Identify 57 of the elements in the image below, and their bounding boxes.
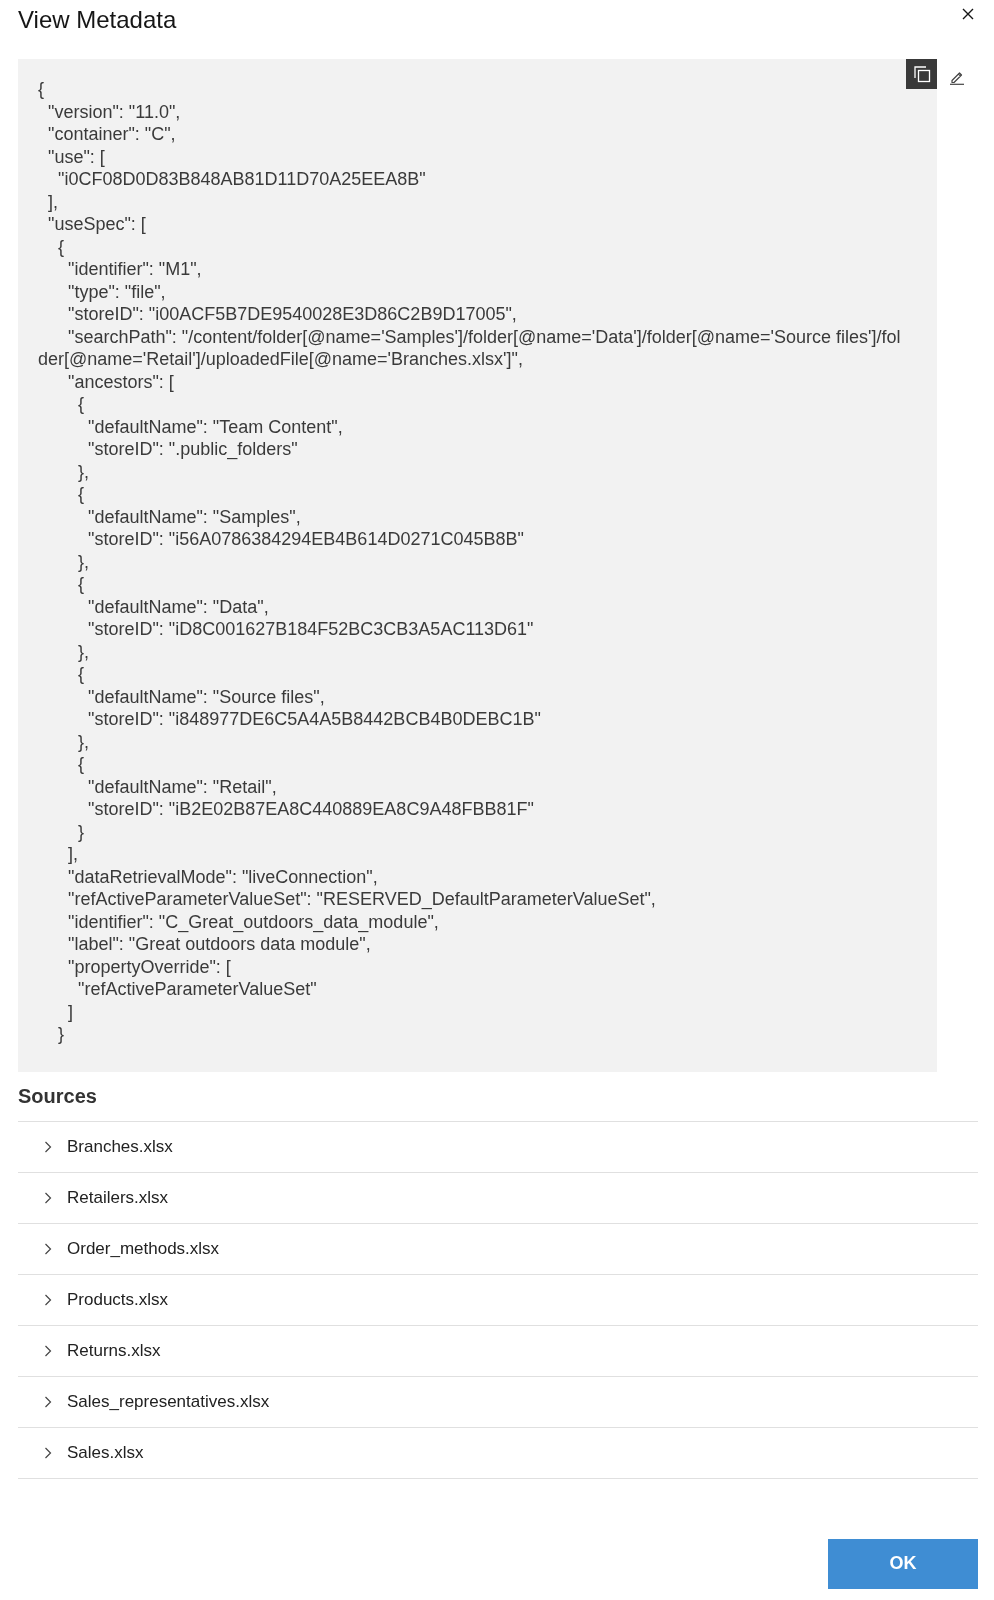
code-line: "identifier": "M1", — [67, 258, 203, 281]
pencil-icon — [949, 69, 965, 85]
code-line: "storeID": "iB2E02B87EA8C440889EA8C9A48FBB81F" — [87, 798, 535, 821]
code-line: }, — [77, 550, 91, 573]
code-line: "container": "C", — [47, 123, 177, 146]
code-line: "storeID": "i848977DE6C5A4A5B8442BCB4B0DEBC1B" — [87, 708, 542, 731]
code-line: ] — [67, 1000, 75, 1023]
copy-icon — [912, 65, 931, 83]
close-button[interactable] — [960, 6, 976, 22]
code-line: }, — [77, 730, 91, 753]
code-line: "propertyOverride": [ — [67, 955, 232, 978]
code-line: "storeID": "i56A0786384294EB4B614D0271C045B8B" — [87, 528, 525, 551]
code-line: "storeID": "iD8C001627B184F52BC3CB3A5AC113D61" — [87, 618, 535, 641]
code-line: { — [57, 235, 66, 258]
dialog-title: View Metadata — [18, 5, 177, 35]
copy-button[interactable] — [906, 59, 937, 89]
code-line: "defaultName": "Source files", — [87, 685, 326, 708]
ok-button[interactable]: OK — [828, 1538, 978, 1589]
code-line: "defaultName": "Samples", — [87, 505, 302, 528]
code-line: "type": "file", — [67, 280, 167, 303]
code-line: "useSpec": [ — [47, 213, 147, 236]
code-line: "defaultName": "Retail", — [87, 775, 278, 798]
code-line: "label": "Great outdoors data module", — [67, 933, 372, 956]
source-item[interactable]: Branches.xlsx — [18, 1121, 978, 1172]
code-line: { — [77, 663, 86, 686]
code-line: "use": [ — [47, 145, 106, 168]
code-line: { — [77, 573, 86, 596]
code-line: { — [77, 753, 86, 776]
code-line: }, — [77, 640, 91, 663]
code-line: { — [77, 483, 86, 506]
close-icon — [962, 8, 974, 20]
source-item[interactable]: Returns.xlsx — [18, 1325, 978, 1376]
code-line: "ancestors": [ — [67, 370, 175, 393]
source-item[interactable]: Sales.xlsx — [18, 1427, 978, 1478]
code-line: ], — [67, 843, 80, 866]
code-line: "searchPath": "/content/folder[@name='Samples']/folder[@name='Data']/folder[@name='Source files']/folder[@name='Retail']/uploadedFile[@name='Branches.xlsx']", — [38, 325, 902, 371]
code-line: "defaultName": "Team Content", — [87, 415, 344, 438]
code-line: } — [77, 820, 86, 843]
sources-heading: Sources — [18, 1084, 97, 1109]
code-line: "defaultName": "Data", — [87, 595, 270, 618]
source-item[interactable]: Sales_representatives.xlsx — [18, 1376, 978, 1427]
code-line: ], — [47, 190, 60, 213]
code-line: "storeID": ".public_folders" — [87, 438, 299, 461]
code-line: "refActiveParameterValueSet" — [77, 978, 318, 1001]
code-line: } — [57, 1023, 66, 1046]
code-line: "i0CF08D0D83B848AB81D11D70A25EEA8B" — [57, 168, 427, 191]
code-line: { — [38, 78, 45, 101]
source-item[interactable]: Products.xlsx — [18, 1274, 978, 1325]
source-item[interactable]: Retailers.xlsx — [18, 1172, 978, 1223]
code-line: "dataRetrievalMode": "liveConnection", — [67, 865, 379, 888]
code-line: "version": "11.0", — [47, 100, 182, 123]
code-line: "identifier": "C_Great_outdoors_data_module", — [67, 910, 440, 933]
code-line: "refActiveParameterValueSet": "RESERVED_DefaultParameterValueSet", — [67, 888, 657, 911]
code-line: }, — [77, 460, 91, 483]
code-line: "storeID": "i00ACF5B7DE9540028E3D86C2B9D17005", — [67, 303, 518, 326]
code-line: { — [77, 393, 86, 416]
source-item[interactable]: Order_methods.xlsx — [18, 1223, 978, 1274]
